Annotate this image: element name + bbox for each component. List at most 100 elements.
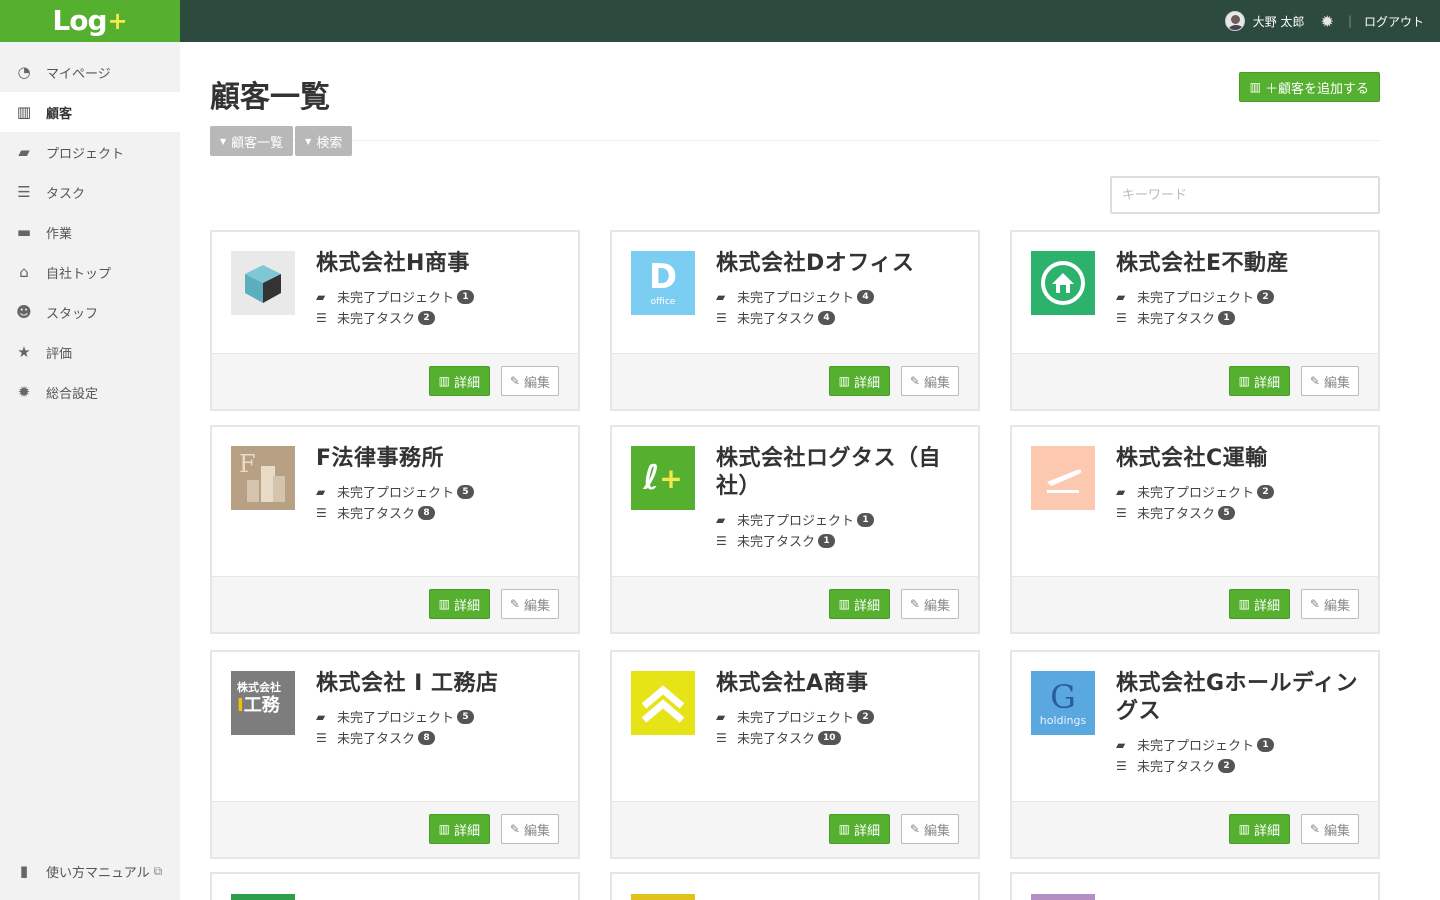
building-icon: ▥ (838, 822, 850, 836)
customer-name[interactable]: 株式会社ログタス（自社） (716, 445, 960, 501)
detail-button[interactable]: ▥ 詳細 (1228, 814, 1290, 844)
customer-name[interactable]: F法律事務所 (316, 445, 560, 473)
logout-link[interactable]: ログアウト (1364, 13, 1424, 30)
detail-button[interactable]: ▥ 詳細 (428, 814, 490, 844)
customer-name[interactable]: 株式会社C運輸 (1116, 445, 1360, 473)
customer-logo[interactable]: Gholdings (1031, 671, 1095, 735)
customer-logo[interactable] (631, 671, 695, 735)
tasks-icon: ☰ (1116, 758, 1127, 773)
open-projects-label: 未完了プロジェクト (337, 486, 455, 501)
settings-gear-icon[interactable]: ✹ (1321, 12, 1334, 31)
edit-label: 編集 (523, 598, 550, 614)
open-tasks-label: 未完了タスク (737, 312, 816, 327)
edit-button[interactable]: ✎ 編集 (900, 366, 959, 396)
customer-name[interactable]: 株式会社E不動産 (1116, 250, 1360, 278)
open-projects-line: ▰ 未完了プロジェクト 2 (1116, 481, 1360, 502)
sidebar-item-mypage[interactable]: ◔ マイページ (0, 52, 180, 92)
edit-button[interactable]: ✎ 編集 (500, 589, 559, 619)
detail-button[interactable]: ▥ 詳細 (428, 589, 490, 619)
customer-logo[interactable]: ℓ + (631, 446, 695, 510)
tab-customer-list[interactable]: ▼ 顧客一覧 (210, 126, 294, 156)
edit-button[interactable]: ✎ 編集 (500, 814, 559, 844)
open-projects-label: 未完了プロジェクト (1137, 739, 1255, 754)
detail-button[interactable]: ▥ 詳細 (828, 366, 890, 396)
customer-card: 株式会社E不動産 ▰ 未完了プロジェクト 2 ☰ 未完了タスク 1 ▥ 詳細 ✎ 編集 (1010, 230, 1380, 411)
edit-button[interactable]: ✎ 編集 (1300, 366, 1359, 396)
users-icon: ☻ (16, 303, 32, 321)
open-projects-label: 未完了プロジェクト (737, 291, 855, 306)
customer-name[interactable]: 株式会社A商事 (716, 670, 960, 698)
edit-button[interactable]: ✎ 編集 (500, 366, 559, 396)
user-name[interactable]: 大野 太郎 (1253, 13, 1305, 30)
briefcase-icon: ▬ (16, 223, 32, 241)
customer-logo[interactable]: Doffice (631, 251, 695, 315)
home-icon: ⌂ (19, 263, 29, 281)
customer-logo[interactable] (1031, 446, 1095, 510)
card-body: ℓ + 株式会社ログタス（自社） ▰ 未完了プロジェクト 1 ☰ 未完了タスク 1 (612, 427, 978, 551)
avatar[interactable] (1224, 11, 1245, 31)
customer-logo[interactable] (1031, 251, 1095, 315)
customer-logo[interactable] (231, 251, 295, 315)
edit-button[interactable]: ✎ 編集 (900, 589, 959, 619)
customer-card-partial[interactable] (1010, 872, 1380, 900)
detail-label: 詳細 (853, 823, 880, 839)
open-projects-line: ▰ 未完了プロジェクト 5 (316, 481, 560, 502)
sidebar-item-tasks[interactable]: ☰ タスク (0, 172, 180, 212)
projects-count-badge: 5 (457, 709, 475, 724)
sidebar-item-staff[interactable]: ☻ スタッフ (0, 292, 180, 332)
sidebar-item-label: スタッフ (46, 306, 99, 322)
customer-name[interactable]: 株式会社Gホールディングス (1116, 670, 1360, 726)
sidebar-item-evaluation[interactable]: ★ 評価 (0, 332, 180, 372)
folder-icon: ▰ (316, 709, 326, 724)
folder-icon: ▰ (18, 143, 30, 161)
customer-name[interactable]: 株式会社H商事 (316, 250, 560, 278)
caret-down-icon: ▼ (220, 136, 227, 146)
edit-icon: ✎ (909, 374, 920, 388)
edit-button[interactable]: ✎ 編集 (900, 814, 959, 844)
sidebar-item-company-top[interactable]: ⌂ 自社トップ (0, 252, 180, 292)
projects-count-badge: 2 (857, 709, 875, 724)
logo-text: Log (52, 4, 107, 37)
app-logo[interactable]: Log + (0, 0, 180, 42)
customer-name[interactable]: 株式会社 I 工務店 (316, 670, 560, 698)
detail-button[interactable]: ▥ 詳細 (428, 366, 490, 396)
customer-logo[interactable]: F (231, 446, 295, 510)
tasks-count-badge: 2 (418, 310, 436, 325)
edit-label: 編集 (923, 598, 950, 614)
add-customer-button[interactable]: ▥ ＋顧客を追加する (1238, 72, 1380, 102)
projects-count-badge: 1 (857, 512, 875, 527)
edit-button[interactable]: ✎ 編集 (1300, 814, 1359, 844)
open-projects-line: ▰ 未完了プロジェクト 4 (716, 286, 960, 307)
building-icon: ▥ (1249, 80, 1261, 94)
folder-icon: ▰ (1116, 289, 1126, 304)
edit-button[interactable]: ✎ 編集 (1300, 589, 1359, 619)
customer-card-partial[interactable] (610, 872, 980, 900)
keyword-search-input[interactable] (1110, 176, 1380, 214)
building-icon: ▥ (438, 822, 450, 836)
detail-button[interactable]: ▥ 詳細 (1228, 366, 1290, 396)
sidebar-item-label: 評価 (46, 346, 73, 362)
sidebar-item-settings[interactable]: ✹ 総合設定 (0, 372, 180, 412)
caret-down-icon: ▼ (305, 136, 312, 146)
customer-card-partial[interactable] (210, 872, 580, 900)
open-tasks-label: 未完了タスク (1137, 312, 1216, 327)
edit-label: 編集 (923, 375, 950, 391)
manual-link[interactable]: ▮ 使い方マニュアル ⧉ (0, 856, 162, 886)
folder-icon: ▰ (716, 709, 726, 724)
customer-name[interactable]: 株式会社Dオフィス (716, 250, 960, 278)
tasks-count-badge: 8 (418, 505, 436, 520)
projects-count-badge: 5 (457, 484, 475, 499)
sidebar-item-projects[interactable]: ▰ プロジェクト (0, 132, 180, 172)
detail-button[interactable]: ▥ 詳細 (828, 814, 890, 844)
building-icon: ▥ (1238, 822, 1250, 836)
user-menu: 大野 太郎 ✹ | ログアウト (1224, 0, 1424, 42)
sidebar-item-customers[interactable]: ▥ 顧客 (0, 92, 180, 132)
detail-button[interactable]: ▥ 詳細 (828, 589, 890, 619)
dashboard-icon: ◔ (17, 63, 31, 81)
sidebar-item-work[interactable]: ▬ 作業 (0, 212, 180, 252)
detail-button[interactable]: ▥ 詳細 (1228, 589, 1290, 619)
building-icon: ▥ (438, 374, 450, 388)
tab-search[interactable]: ▼ 検索 (295, 126, 353, 156)
customer-logo[interactable]: 株式会社 I工務 (231, 671, 295, 735)
open-projects-label: 未完了プロジェクト (337, 291, 455, 306)
